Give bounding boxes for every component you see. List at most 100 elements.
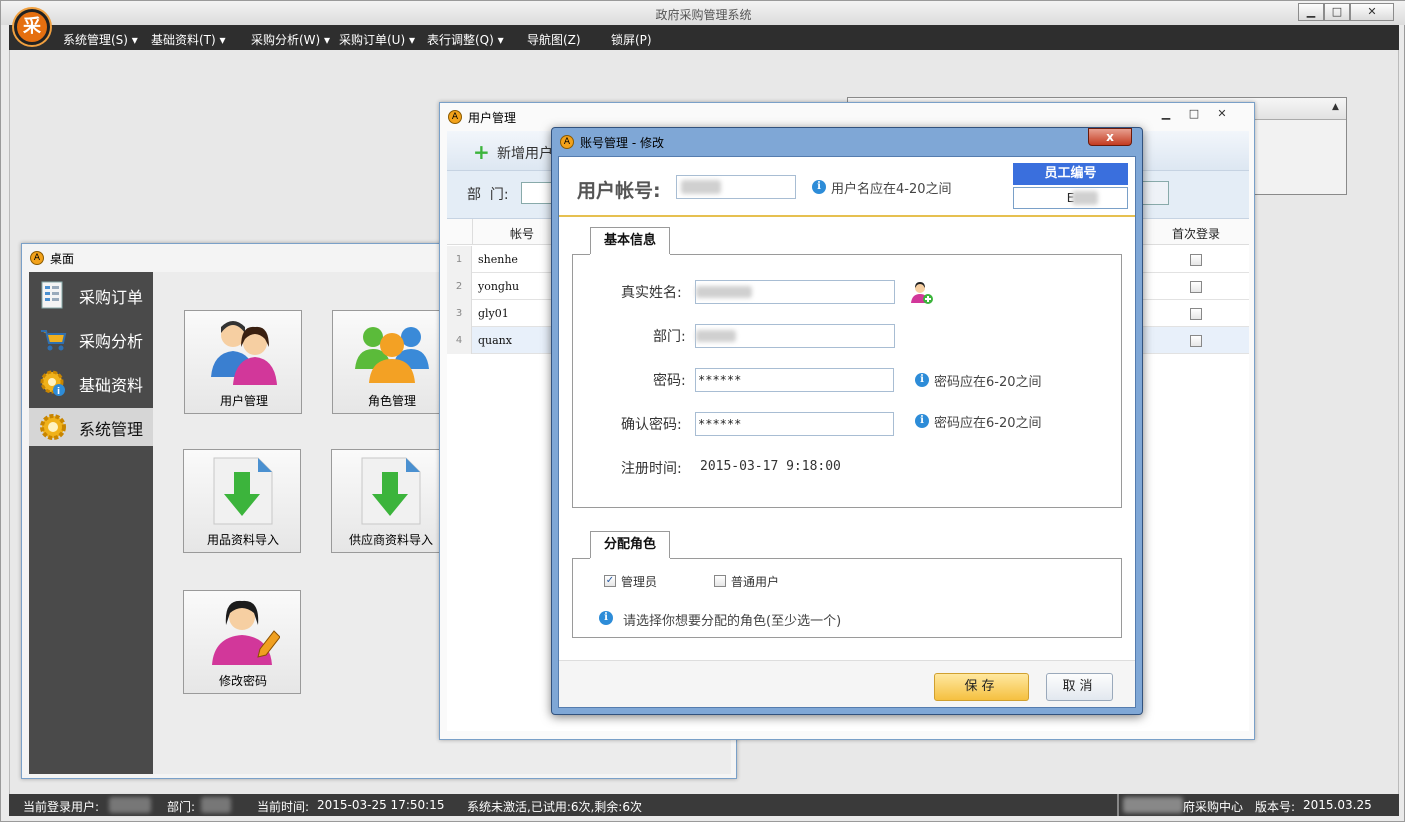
- tile-label: 用品资料导入: [206, 533, 279, 547]
- sidebar-label: 采购分析: [79, 332, 144, 351]
- window-logo-icon: A: [560, 135, 574, 149]
- desktop-title: 桌面: [50, 252, 75, 266]
- sidebar-item-purchase-analysis[interactable]: 采购分析: [29, 320, 153, 358]
- minimize-button[interactable]: ▁: [1298, 3, 1324, 21]
- roles-group: ✓ 管理员 普通用户 i 请选择你想要分配的角色(至少选一个): [572, 558, 1122, 638]
- close-icon[interactable]: ✕: [1208, 107, 1236, 120]
- col-account[interactable]: 帐号: [510, 225, 534, 242]
- version-label: 版本号:: [1255, 800, 1296, 814]
- tile-supplier-import[interactable]: 供应商资料导入: [331, 449, 449, 553]
- tab-assign-roles[interactable]: 分配角色: [590, 531, 670, 559]
- info-icon: i: [599, 611, 613, 625]
- register-time-value: 2015-03-17 9:18:00: [700, 459, 841, 474]
- role-admin-checkbox[interactable]: ✓: [604, 575, 616, 587]
- realname-input[interactable]: [695, 280, 895, 304]
- register-time-label: 注册时间:: [621, 461, 682, 477]
- users-icon: [207, 317, 281, 388]
- tab-basic-info[interactable]: 基本信息: [590, 227, 670, 255]
- sidebar-item-base-data[interactable]: i 基础资料: [29, 364, 153, 402]
- redacted-value: [696, 286, 752, 298]
- activation-status: 系统未激活,已试用:6次,剩余:6次: [467, 800, 642, 814]
- sidebar-item-purchase-order[interactable]: 采购订单: [29, 276, 153, 314]
- app-title: 政府采购管理系统: [655, 8, 752, 22]
- row-account: shenhe: [478, 253, 518, 266]
- password-input[interactable]: ******: [695, 368, 894, 392]
- app-logo: 采: [14, 9, 50, 45]
- info-icon: i: [915, 414, 929, 428]
- status-bar: 当前登录用户: 部门: 当前时间: 2015-03-25 17:50:15 系统…: [9, 794, 1399, 816]
- menu-row-adjust[interactable]: 表行调整(Q) ▾: [427, 31, 504, 48]
- confirm-password-input[interactable]: ******: [695, 412, 894, 436]
- dialog-close-button[interactable]: x: [1088, 128, 1132, 146]
- menu-purchase-analysis[interactable]: 采购分析(W) ▾: [251, 31, 330, 48]
- menu-system[interactable]: 系统管理(S) ▾: [63, 31, 138, 48]
- gear-icon: [39, 413, 67, 441]
- menu-purchase-order[interactable]: 采购订单(U) ▾: [339, 31, 415, 48]
- svg-text:i: i: [57, 387, 60, 397]
- first-login-checkbox[interactable]: [1190, 308, 1202, 320]
- account-input[interactable]: [676, 175, 796, 199]
- row-number: 4: [447, 327, 472, 354]
- sidebar-label: 基础资料: [79, 376, 144, 395]
- roles-icon: [353, 319, 431, 386]
- add-user-button[interactable]: 新增用户: [497, 143, 553, 163]
- import-down-icon: [212, 456, 274, 529]
- role-admin-label: 管理员: [621, 575, 658, 589]
- save-button[interactable]: 保存: [934, 673, 1029, 701]
- window-controls: ▁ □ ✕: [1152, 107, 1244, 125]
- current-user-label: 当前登录用户:: [23, 800, 100, 814]
- first-login-checkbox[interactable]: [1190, 254, 1202, 266]
- tile-user-mgmt[interactable]: 用户管理: [184, 310, 302, 414]
- menu-lock-screen[interactable]: 锁屏(P): [611, 31, 652, 48]
- add-icon: +: [473, 140, 490, 164]
- dialog-body: 用户帐号: i 用户名应在4-20之间 员工编号 E 基本信息 真实姓名: 部门…: [558, 156, 1136, 708]
- info-icon: i: [812, 180, 826, 194]
- version-value: 2015.03.25: [1303, 798, 1372, 812]
- tile-change-password[interactable]: 修改密码: [183, 590, 301, 694]
- realname-label: 真实姓名:: [621, 285, 682, 301]
- password-hint: 密码应在6-20之间: [934, 375, 1042, 390]
- dept-filter-label: 部 门:: [467, 187, 509, 203]
- row-account: quanx: [478, 334, 512, 347]
- tile-label: 用户管理: [219, 394, 268, 408]
- dialog-footer: 保存 取消: [559, 660, 1135, 707]
- confirm-password-label: 确认密码:: [621, 417, 682, 433]
- user-edit-icon: [208, 595, 281, 672]
- roles-hint: 请选择你想要分配的角色(至少选一个): [623, 614, 842, 629]
- scroll-up-icon[interactable]: ▲: [1332, 102, 1339, 112]
- close-button[interactable]: ✕: [1350, 3, 1394, 21]
- role-user-checkbox[interactable]: [714, 575, 726, 587]
- account-hint: 用户名应在4-20之间: [831, 182, 952, 197]
- row-number: 1: [447, 246, 472, 273]
- title-bar: 政府采购管理系统 ▁ □ ✕: [1, 1, 1405, 25]
- redacted-value: [1072, 191, 1098, 205]
- menu-navigation[interactable]: 导航图(Z): [527, 31, 581, 48]
- tile-item-import[interactable]: 用品资料导入: [183, 449, 301, 553]
- info-icon: i: [915, 373, 929, 387]
- maximize-button[interactable]: □: [1324, 3, 1350, 21]
- order-sheet-icon: [39, 281, 67, 309]
- tile-label: 角色管理: [367, 394, 416, 408]
- sidebar-item-system-mgmt[interactable]: 系统管理: [29, 408, 153, 446]
- filter-button-partial[interactable]: [1139, 181, 1169, 205]
- menu-base-data[interactable]: 基础资料(T) ▾: [151, 31, 226, 48]
- redacted-value: [681, 180, 721, 194]
- maximize-icon[interactable]: □: [1180, 107, 1208, 120]
- add-user-icon[interactable]: [910, 281, 934, 308]
- employee-no-field[interactable]: E: [1013, 187, 1128, 209]
- time-label: 当前时间:: [257, 800, 310, 814]
- tile-role-mgmt[interactable]: 角色管理: [332, 310, 450, 414]
- menu-bar: 系统管理(S) ▾ 基础资料(T) ▾ 采购分析(W) ▾ 采购订单(U) ▾ …: [9, 25, 1399, 50]
- sidebar-label: 系统管理: [79, 420, 144, 439]
- cancel-button[interactable]: 取消: [1046, 673, 1113, 701]
- first-login-checkbox[interactable]: [1190, 281, 1202, 293]
- first-login-checkbox[interactable]: [1190, 335, 1202, 347]
- redacted-value: [696, 330, 736, 342]
- redacted-value: [109, 797, 151, 813]
- minimize-icon[interactable]: ▁: [1152, 107, 1180, 120]
- dept-input[interactable]: [695, 324, 895, 348]
- row-number: 3: [447, 300, 472, 327]
- user-mgmt-title: 用户管理: [468, 111, 517, 125]
- app-window: 政府采购管理系统 ▁ □ ✕ 系统管理(S) ▾ 基础资料(T) ▾ 采购分析(…: [0, 0, 1405, 822]
- col-first-login[interactable]: 首次登录: [1172, 225, 1220, 242]
